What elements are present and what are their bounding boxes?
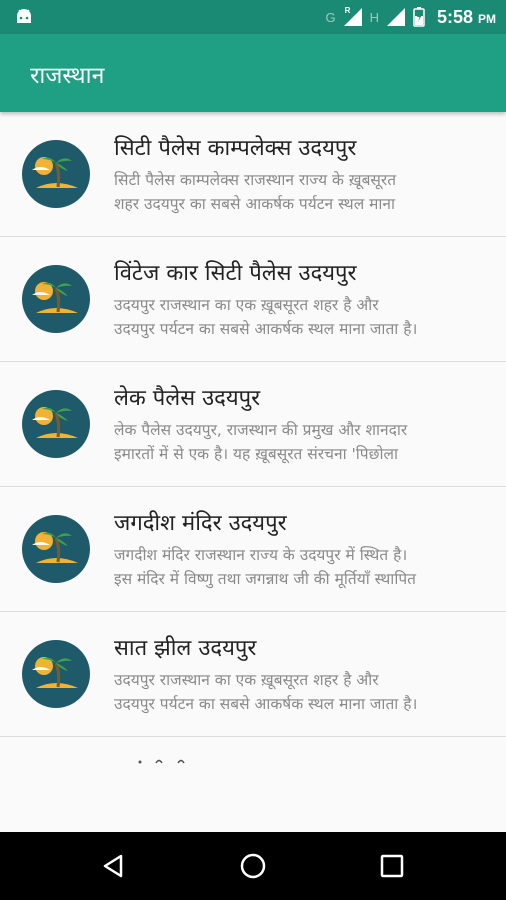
item-description-line-1: उदयपुर राजस्थान का एक ख़ूबसूरत शहर है और	[114, 296, 379, 314]
item-description: जगदीश मंदिर राजस्थान राज्य के उदयपुर में…	[114, 543, 494, 591]
item-description-line-1: सिटी पैलेस काम्पलेक्स राजस्थान राज्य के …	[114, 171, 397, 189]
signal-icon-2	[386, 8, 405, 26]
list-item[interactable]: लेक पैलेस उदयपुर लेक पैलेस उदयपुर, राजस्…	[0, 362, 506, 487]
island-palm-icon	[22, 640, 90, 708]
battery-charging-icon	[413, 7, 425, 27]
status-clock: 5:58 PM	[437, 7, 496, 28]
item-description: उदयपुर राजस्थान का एक ख़ूबसूरत शहर है और…	[114, 668, 494, 716]
android-notification-icon	[17, 9, 31, 23]
network-g-label: G	[325, 9, 336, 25]
item-description-line-1: उदयपुर राजस्थान का एक ख़ूबसूरत शहर है और	[114, 671, 379, 689]
app-title: राजस्थान	[30, 63, 105, 89]
item-title: सात झील उदयपुर	[114, 636, 257, 661]
item-description-line-2: उदयपुर पर्यटन का सबसे आकर्षक स्थल माना ज…	[114, 695, 418, 713]
list-item[interactable]: विंटेज कार सिटी पैलेस उदयपुर उदयपुर राजस…	[0, 237, 506, 362]
item-description: सिटी पैलेस काम्पलेक्स राजस्थान राज्य के …	[114, 168, 494, 216]
navigation-bar	[0, 832, 506, 900]
app-bar: राजस्थान	[0, 34, 506, 112]
recents-button[interactable]	[372, 846, 412, 886]
places-list: सिटी पैलेस काम्पलेक्स उदयपुर सिटी पैलेस …	[0, 112, 506, 737]
item-description-line-1: लेक पैलेस उदयपुर, राजस्थान की प्रमुख और …	[114, 421, 408, 439]
island-palm-icon	[22, 265, 90, 333]
item-description-line-2: इस मंदिर में विष्णु तथा जगन्नाथ जी की मू…	[114, 570, 416, 588]
home-icon	[240, 853, 266, 879]
status-bar: G R H 5:58 PM	[0, 0, 506, 34]
list-item-partial[interactable]	[0, 737, 506, 767]
home-button[interactable]	[233, 846, 273, 886]
item-description-line-2: उदयपुर पर्यटन का सबसे आकर्षक स्थल माना ज…	[114, 320, 418, 338]
item-title: जगदीश मंदिर उदयपुर	[114, 511, 287, 536]
item-description: उदयपुर राजस्थान का एक ख़ूबसूरत शहर है और…	[114, 293, 494, 341]
island-palm-icon	[22, 515, 90, 583]
island-palm-icon	[22, 140, 90, 208]
clipped-title-fragment	[138, 759, 185, 764]
item-description-line-2: शहर उदयपुर का सबसे आकर्षक पर्यटन स्थल मा…	[114, 195, 396, 213]
item-title: विंटेज कार सिटी पैलेस उदयपुर	[114, 261, 357, 286]
network-r-label: R	[344, 6, 351, 15]
network-h-label: H	[369, 9, 379, 25]
back-icon	[103, 854, 123, 878]
clock-ampm: PM	[478, 11, 496, 26]
clock-time: 5:58	[436, 6, 473, 27]
item-title: लेक पैलेस उदयपुर	[114, 386, 261, 411]
list-item[interactable]: सिटी पैलेस काम्पलेक्स उदयपुर सिटी पैलेस …	[0, 112, 506, 237]
island-palm-icon	[22, 390, 90, 458]
item-description-line-1: जगदीश मंदिर राजस्थान राज्य के उदयपुर में…	[114, 546, 408, 564]
item-title: सिटी पैलेस काम्पलेक्स उदयपुर	[114, 136, 357, 161]
signal-icon: R	[342, 6, 364, 28]
list-item[interactable]: सात झील उदयपुर उदयपुर राजस्थान का एक ख़ू…	[0, 612, 506, 737]
back-button[interactable]	[94, 846, 134, 886]
item-description-line-2: इमारतों में से एक है। यह ख़ूबसूरत संरचना…	[114, 445, 398, 463]
list-item[interactable]: जगदीश मंदिर उदयपुर जगदीश मंदिर राजस्थान …	[0, 487, 506, 612]
recents-icon	[380, 854, 404, 878]
item-description: लेक पैलेस उदयपुर, राजस्थान की प्रमुख और …	[114, 418, 494, 466]
